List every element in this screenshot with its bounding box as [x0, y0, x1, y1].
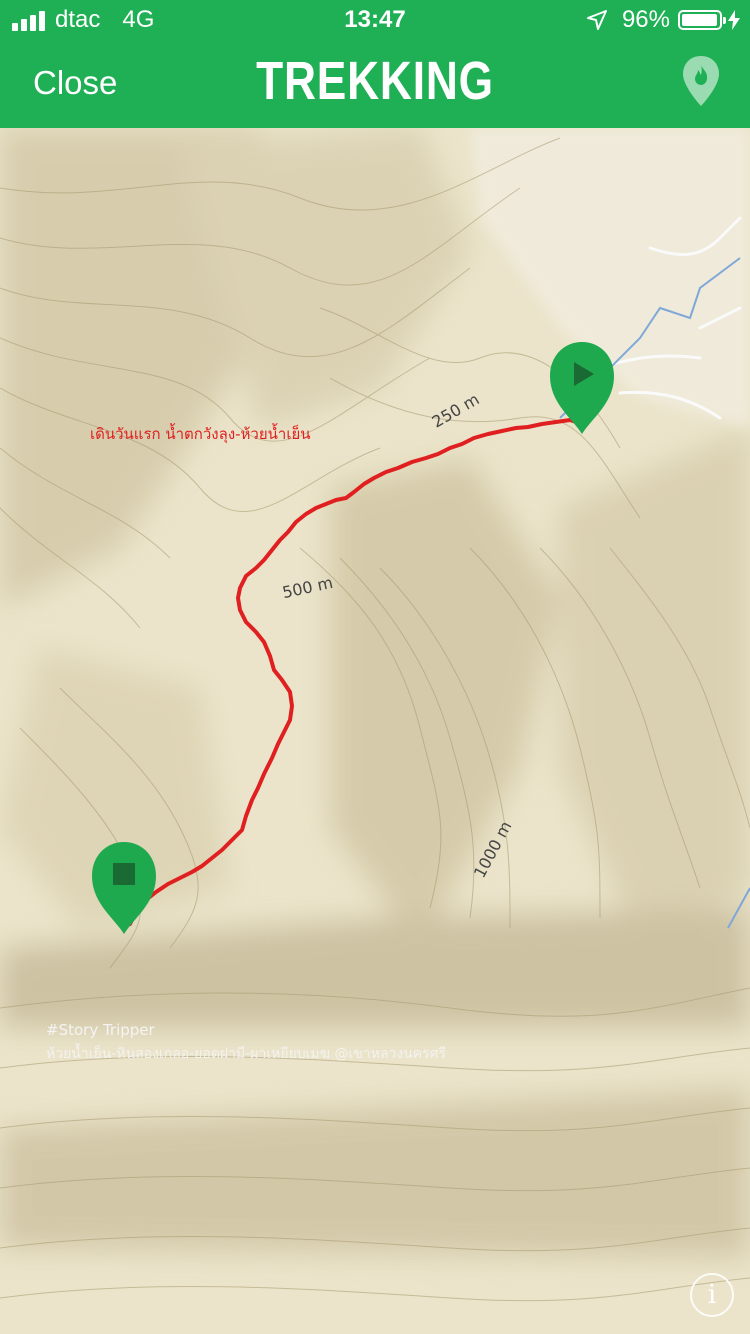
terrain-map — [0, 128, 750, 1334]
route-title-label: เดินวันแรก น้ำตกวังลุง-ห้วยน้ำเย็น — [90, 425, 311, 443]
location-pin-flame-icon[interactable] — [681, 54, 721, 108]
stop-icon — [113, 863, 135, 885]
page-title: TREKKING — [256, 51, 494, 111]
watermark-subtitle: ห้วยน้ำเย็น-หินสองเกลอ-ยอดฝามี-ผาเหยียบเ… — [46, 1046, 447, 1062]
battery-level-fill — [682, 14, 717, 26]
location-arrow-icon — [586, 10, 607, 30]
battery-icon — [678, 10, 726, 30]
status-bar: dtac 4G 13:47 96% — [0, 0, 750, 42]
watermark-title: #Story Tripper — [46, 1021, 155, 1039]
charging-bolt-icon — [728, 10, 740, 30]
info-icon[interactable]: i — [690, 1273, 734, 1317]
battery-percent: 96% — [621, 6, 670, 33]
trekking-map[interactable]: เดินวันแรก น้ำตกวังลุง-ห้วยน้ำเย็น 250 m… — [0, 128, 750, 1334]
top-bar: dtac 4G 13:47 96% Close TREKKING — [0, 0, 750, 128]
